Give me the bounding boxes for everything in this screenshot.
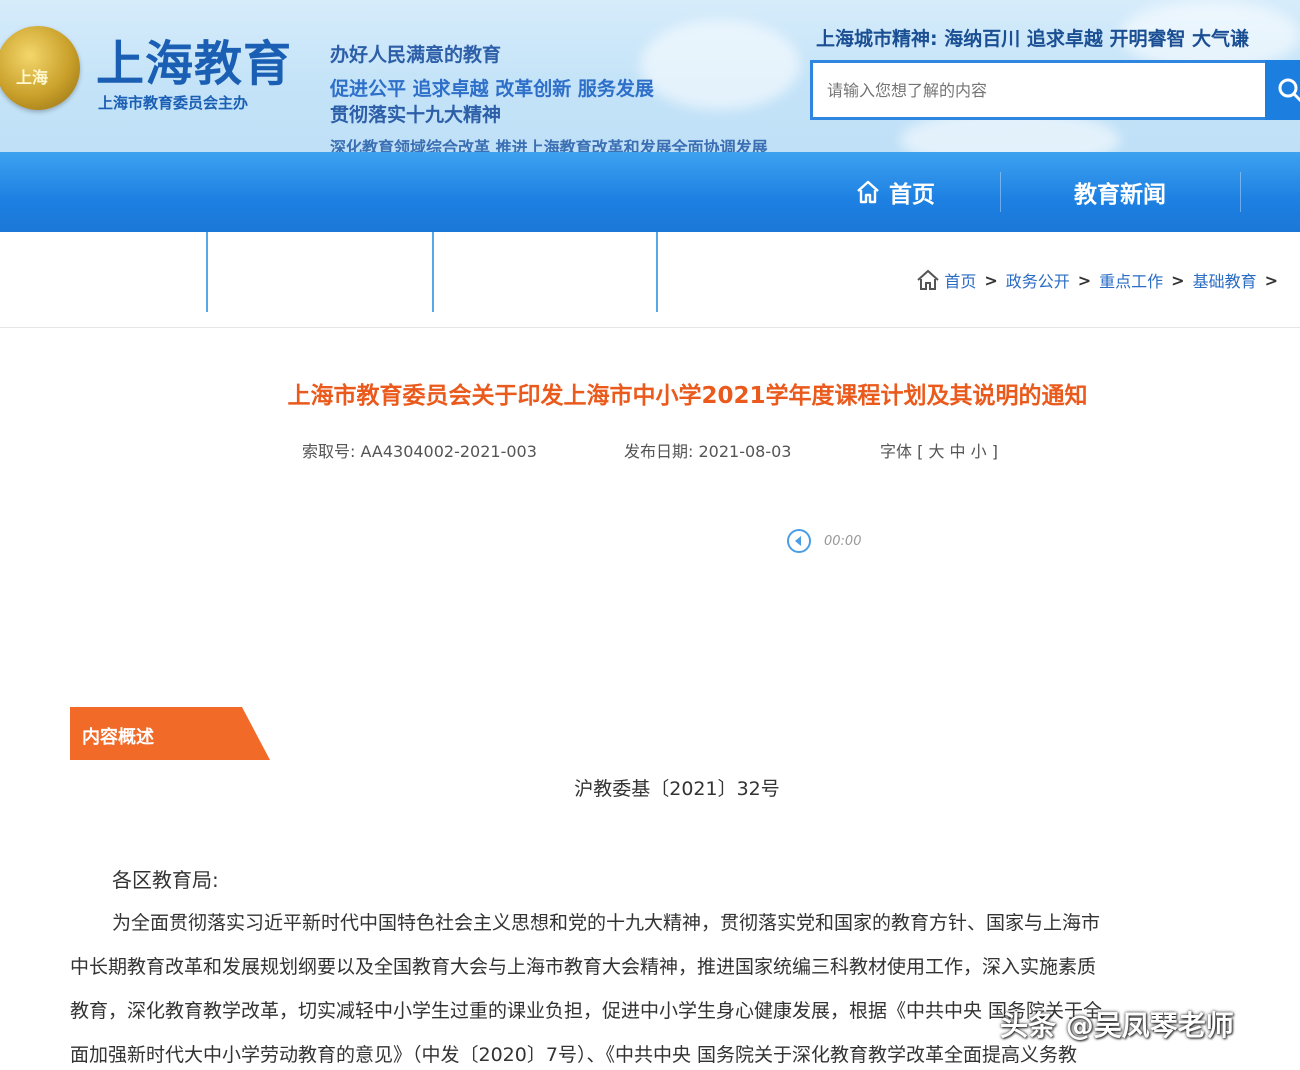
- breadcrumb-link-government-affairs[interactable]: 政务公开: [1006, 268, 1070, 292]
- emblem-text: 上海: [16, 68, 49, 87]
- banner-decoration: [640, 20, 800, 110]
- search-icon: [1278, 78, 1300, 103]
- body-text-line: 面加强新时代大中小学劳动教育的意见》（中发〔2020〕7号）、《中共中央 国务院…: [70, 1044, 1077, 1066]
- main-nav: 首页 教育新闻: [0, 152, 1300, 232]
- search-box: [810, 60, 1268, 120]
- body-text-line: 为全面贯彻落实习近平新时代中国特色社会主义思想和党的十九大精神，贯彻落实党和国家…: [112, 912, 1101, 934]
- home-icon: [857, 180, 879, 204]
- publish-date: 发布日期: 2021-08-03: [624, 438, 791, 462]
- site-title[interactable]: 上海教育: [96, 24, 292, 94]
- nav-item-home[interactable]: 首页: [840, 152, 950, 232]
- nav-item-education-news[interactable]: 教育新闻: [1050, 152, 1190, 232]
- site-logo-emblem[interactable]: 上海: [0, 26, 80, 110]
- breadcrumb-separator: >: [1171, 270, 1185, 290]
- slogan-line: 深化教育领域综合改革 推进上海教育改革和发展全面协调发展: [330, 138, 768, 152]
- body-text-line: 教育，深化教育教学改革，切实减轻中小学生过重的课业负担，促进中小学生身心健康发展…: [70, 1000, 1103, 1022]
- breadcrumb-link-home[interactable]: 首页: [944, 268, 976, 292]
- play-icon[interactable]: [786, 528, 812, 554]
- site-subtitle: 上海市教育委员会主办: [98, 94, 249, 112]
- watermark: 头条 @吴凤琴老师: [1000, 1009, 1234, 1042]
- search-input[interactable]: [813, 63, 1265, 117]
- nav-divider: [1000, 172, 1001, 212]
- column-divider: [206, 232, 208, 312]
- breadcrumb: 首页 > 政务公开 > 重点工作 > 基础教育 >: [916, 268, 1286, 292]
- breadcrumb-separator: >: [1077, 270, 1092, 290]
- font-size-selector: 字体 [ 大 中 小 ]: [880, 438, 998, 462]
- header-banner: 上海 上海教育 上海市教育委员会主办 办好人民满意的教育 促进公平 追求卓越 改…: [0, 0, 1300, 152]
- breadcrumb-link-key-work[interactable]: 重点工作: [1099, 268, 1163, 292]
- date-value: 2021-08-03: [698, 442, 792, 461]
- document-number: 沪教委基〔2021〕32号: [574, 778, 780, 800]
- slogan-line: 办好人民满意的教育: [330, 44, 502, 66]
- article-title: 上海市教育委员会关于印发上海市中小学2021学年度课程计划及其说明的通知: [287, 383, 1088, 409]
- date-label: 发布日期:: [624, 442, 694, 461]
- body-text-line: 中长期教育改革和发展规划纲要以及全国教育大会与上海市教育大会精神，推进国家统编三…: [70, 956, 1097, 978]
- nav-divider: [1240, 172, 1241, 212]
- font-size-label: 字体: [880, 442, 913, 461]
- summary-tag: 内容概述: [70, 707, 270, 760]
- slogan-line: 贯彻落实十九大精神: [330, 104, 502, 126]
- nav-item-label: 首页: [889, 182, 935, 208]
- index-value: AA4304002-2021-003: [360, 442, 537, 461]
- salutation: 各区教育局:: [112, 868, 219, 892]
- home-icon: [917, 269, 939, 290]
- audio-player: 00:00: [786, 528, 861, 554]
- summary-tag-label: 内容概述: [82, 727, 154, 748]
- search-button[interactable]: [1265, 60, 1300, 120]
- breadcrumb-separator: >: [1264, 270, 1278, 290]
- sub-header: 首页 > 政务公开 > 重点工作 > 基础教育 >: [0, 232, 1300, 328]
- breadcrumb-link-basic-education[interactable]: 基础教育: [1193, 268, 1257, 292]
- slogan-line: 促进公平 追求卓越 改革创新 服务发展: [330, 78, 654, 100]
- index-label: 索取号:: [302, 442, 356, 461]
- nav-item-label: 教育新闻: [1074, 182, 1166, 208]
- column-divider: [656, 232, 658, 312]
- index-number: 索取号: AA4304002-2021-003: [302, 438, 537, 462]
- audio-time: 00:00: [824, 533, 862, 549]
- breadcrumb-separator: >: [984, 270, 998, 290]
- city-spirit-text: 上海城市精神: 海纳百川 追求卓越 开明睿智 大气谦: [816, 28, 1250, 50]
- font-size-options[interactable]: [ 大 中 小 ]: [917, 442, 998, 461]
- column-divider: [432, 232, 434, 312]
